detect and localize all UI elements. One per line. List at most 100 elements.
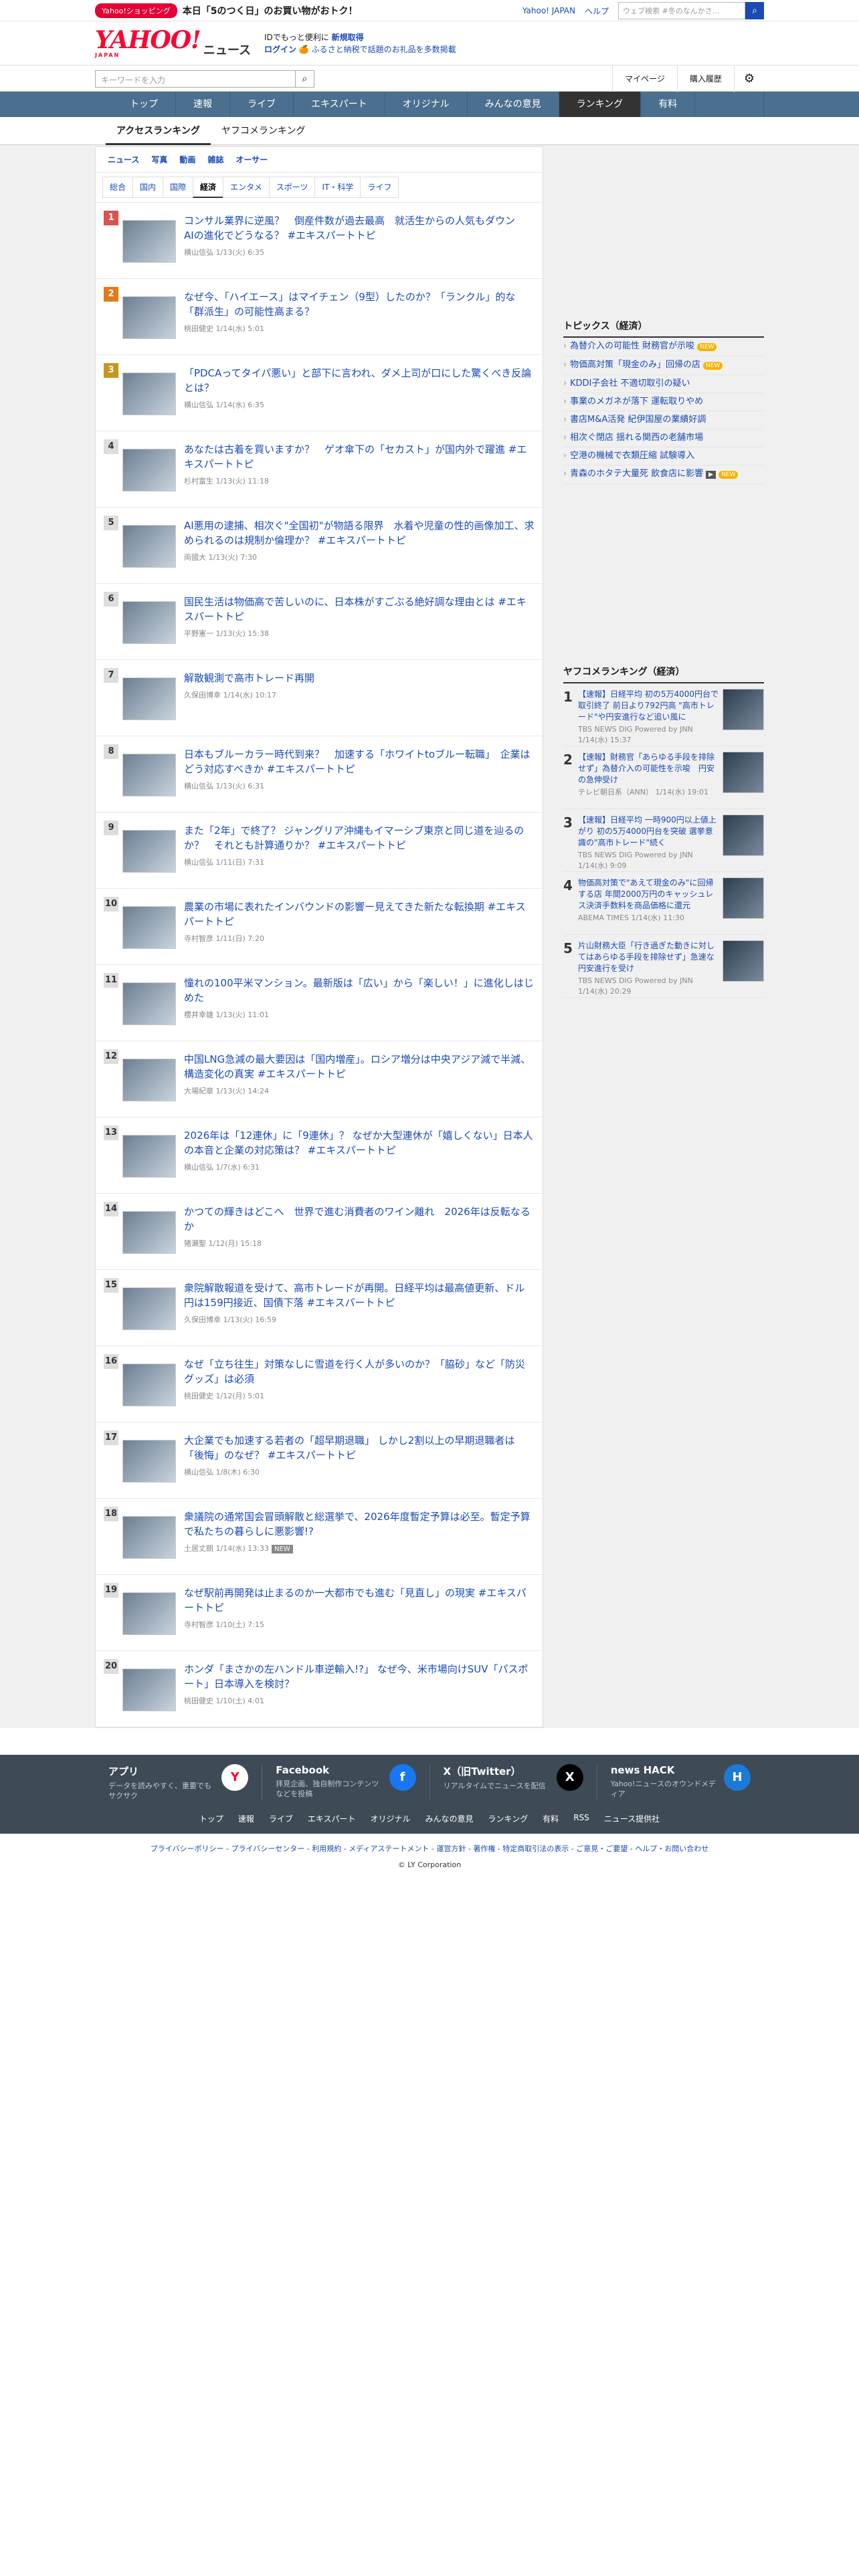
web-search-input[interactable]: ウェブ検索 #冬のなんかさ... (618, 2, 745, 19)
topic-item[interactable]: 空港の機械で衣類圧縮 試験導入 (563, 447, 764, 465)
gear-icon[interactable]: ⚙ (733, 66, 764, 92)
ranking-item[interactable]: 2 なぜ今、「ハイエース」はマイチェン（9型）したのか？「ランクル」的な「群派生」… (96, 279, 543, 355)
article-title[interactable]: 農業の市場に表れたインバウンドの影響ー見えてきた新たな転換期 #エキスパートトピ (184, 899, 535, 929)
footer-link[interactable]: みんなの意見 (425, 1813, 474, 1824)
nav-original[interactable]: オリジナル (385, 92, 468, 117)
article-title[interactable]: また「2年」で終了？ ジャングリア沖縄もイマーシブ東京と同じ道を辿るのか？ それ… (184, 823, 535, 853)
article-title[interactable]: かつての輝きはどこへ 世界で進む消費者のワイン離れ 2026年は反転なるか (184, 1204, 535, 1234)
ranking-item[interactable]: 17 大企業でも加速する若者の「超早期退職」 しかし2割以上の早期退職者は「後悔」… (96, 1422, 543, 1499)
ranking-item[interactable]: 6 国民生活は物価高で苦しいのに、日本株がすごぶる絶好調な理由とは #エキスパート… (96, 584, 543, 660)
ranking-item[interactable]: 4 あなたは古着を買いますか？ ゲオ傘下の「セカスト」が国内外で躍進 #エキスパー… (96, 431, 543, 508)
cat-it-science[interactable]: IT・科学 (314, 177, 361, 198)
type-video[interactable]: 動画 (179, 154, 195, 165)
footer-link[interactable]: RSS (573, 1813, 589, 1824)
purchase-history-link[interactable]: 購入履歴 (676, 66, 734, 92)
comment-ranking-item[interactable]: 5 片山財務大臣「行き過ぎた動きに対してはあらゆる手段を排除せず」急速な円安進行を… (563, 935, 764, 998)
ranking-item[interactable]: 20 ホンダ「まさかの左ハンドル車逆輸入!?」 なぜ今、米市場向けSUV「パスポー… (96, 1651, 543, 1727)
ranking-item[interactable]: 16 なぜ「立ち往生」対策なしに雪道を行く人が多いのか？「脇砂」など「防災グッズ」… (96, 1346, 543, 1422)
topic-item[interactable]: KDDI子会社 不適切取引の疑い (563, 375, 764, 393)
promo-text[interactable]: 本日「5のつく日」のお買い物がおトク！ (183, 4, 358, 17)
footer-link[interactable]: ランキング (488, 1813, 529, 1824)
nav-live[interactable]: ライブ (230, 92, 294, 117)
nav-paid[interactable]: 有料 (641, 92, 696, 117)
footer-policy-links[interactable]: プライバシーポリシー - プライバシーセンター - 利用規約 - メディアステー… (0, 1834, 859, 1860)
nav-expert[interactable]: エキスパート (294, 92, 385, 117)
help-link[interactable]: ヘルプ (585, 5, 609, 17)
footer-newshack[interactable]: news HACK Yahoo!ニュースのオウンドメディア H (597, 1764, 764, 1801)
footer-link[interactable]: トップ (199, 1813, 223, 1824)
topic-item[interactable]: 為替介入の可能性 財務官が示唆NEW (563, 338, 764, 356)
topic-item[interactable]: 物価高対策「現金のみ」回帰の店NEW (563, 356, 764, 375)
article-title[interactable]: ホンダ「まさかの左ハンドル車逆輸入!?」 なぜ今、米市場向けSUV「パスポート」… (184, 1662, 535, 1691)
footer-app[interactable]: アプリ データを読みやすく、重要でもサクサク Y (95, 1764, 263, 1801)
ranking-item[interactable]: 14 かつての輝きはどこへ 世界で進む消費者のワイン離れ 2026年は反転なるか猪… (96, 1194, 543, 1270)
search-icon[interactable]: ⌕ (745, 2, 764, 19)
yahoo-news-logo[interactable]: YAHOO! JAPAN ニュース (95, 28, 251, 58)
ranking-item[interactable]: 10 農業の市場に表れたインバウンドの影響ー見えてきた新たな転換期 #エキスパート… (96, 889, 543, 965)
footer-link[interactable]: オリジナル (371, 1813, 411, 1824)
topic-item[interactable]: 事業のメガネが落下 運転取りやめ (563, 393, 764, 411)
type-photo[interactable]: 写真 (151, 154, 167, 165)
article-title[interactable]: AI悪用の逮捕、相次ぐ"全国初"が物語る限界 水着や児童の性的画像加工、求められ… (184, 518, 535, 548)
article-title[interactable]: 日本もブルーカラー時代到来？ 加速する「ホワイトtoブルー転職」 企業はどう対応… (184, 747, 535, 776)
article-title[interactable]: 中国LNG急減の最大要因は「国内増産」。ロシア増分は中央アジア減で半減、構造変化… (184, 1052, 535, 1081)
nav-flash[interactable]: 速報 (176, 92, 230, 117)
ranking-item[interactable]: 5 AI悪用の逮捕、相次ぐ"全国初"が物語る限界 水着や児童の性的画像加工、求めら… (96, 508, 543, 584)
article-title[interactable]: 衆議院の通常国会冒頭解散と総選挙で、2026年度暫定予算は必至。暫定予算で私たち… (184, 1509, 535, 1539)
tab-access-ranking[interactable]: アクセスランキング (106, 117, 211, 145)
footer-link[interactable]: ニュース提供社 (604, 1813, 660, 1824)
topic-item[interactable]: 書店M&A活発 紀伊国屋の業績好調 (563, 411, 764, 429)
comment-ranking-item[interactable]: 2 【速報】財務官「あらゆる手段を排除せず」為替介入の可能性を示唆 円安の急伸受け… (563, 746, 764, 809)
ranking-item[interactable]: 12 中国LNG急減の最大要因は「国内増産」。ロシア増分は中央アジア減で半減、構造… (96, 1041, 543, 1117)
signup-link[interactable]: 新規取得 (332, 33, 364, 42)
nav-opinion[interactable]: みんなの意見 (468, 92, 559, 117)
cat-sports[interactable]: スポーツ (268, 177, 316, 198)
login-link[interactable]: ログイン (264, 45, 296, 54)
yahoo-japan-link[interactable]: Yahoo! JAPAN (522, 6, 575, 15)
article-title[interactable]: 2026年は「12連休」に「9連休」？ なぜか大型連休が「嬉しくない」日本人の本… (184, 1128, 535, 1158)
article-title[interactable]: 国民生活は物価高で苦しいのに、日本株がすごぶる絶好調な理由とは #エキスパートト… (184, 595, 535, 624)
ranking-item[interactable]: 3 「PDCAってタイパ悪い」と部下に言われ、ダメ上司が口にした驚くべき反論とは？… (96, 355, 543, 431)
article-title[interactable]: 解散観測で高市トレード再開 (184, 671, 314, 685)
article-title[interactable]: あなたは古着を買いますか？ ゲオ傘下の「セカスト」が国内外で躍進 #エキスパート… (184, 442, 535, 471)
article-title[interactable]: なぜ「立ち往生」対策なしに雪道を行く人が多いのか？「脇砂」など「防災グッズ」は必… (184, 1357, 535, 1386)
ranking-item[interactable]: 9 また「2年」で終了？ ジャングリア沖縄もイマーシブ東京と同じ道を辿るのか？ そ… (96, 813, 543, 889)
ranking-item[interactable]: 13 2026年は「12連休」に「9連休」？ なぜか大型連休が「嬉しくない」日本人… (96, 1117, 543, 1194)
footer-link[interactable]: エキスパート (308, 1813, 356, 1824)
keyword-input[interactable]: キーワードを入力 (95, 70, 296, 88)
ranking-item[interactable]: 19 なぜ駅前再開発は止まるのか一大都市でも進む「見直し」の現実 #エキスパートト… (96, 1575, 543, 1651)
ranking-item[interactable]: 11 憧れの100平米マンション。最新版は「広い」から「楽しい！」に進化しはじめた… (96, 965, 543, 1041)
cat-life[interactable]: ライフ (360, 177, 399, 198)
ranking-item[interactable]: 18 衆議院の通常国会冒頭解散と総選挙で、2026年度暫定予算は必至。暫定予算で私… (96, 1499, 543, 1575)
ranking-item[interactable]: 7 解散観測で高市トレード再開 久保田博幸 1/14(水) 10:17 (96, 660, 543, 736)
topic-item[interactable]: 青森のホタテ大量死 飲食店に影響▶NEW (563, 465, 764, 484)
footer-x[interactable]: X（旧Twitter） リアルタイムでニュースを配信 X (430, 1764, 597, 1801)
footer-link[interactable]: 有料 (543, 1813, 559, 1824)
tab-comment-ranking[interactable]: ヤフコメランキング (211, 117, 316, 145)
nav-top[interactable]: トップ (112, 92, 176, 117)
article-title[interactable]: コンサル業界に逆風？ 倒産件数が過去最高 就活生からの人気もダウン AIの進化で… (184, 213, 535, 243)
cat-entertainment[interactable]: エンタメ (223, 177, 270, 198)
article-title[interactable]: 憧れの100平米マンション。最新版は「広い」から「楽しい！」に進化しはじめた (184, 976, 535, 1005)
article-title[interactable]: 「PDCAってタイパ悪い」と部下に言われ、ダメ上司が口にした驚くべき反論とは？ (184, 366, 535, 395)
article-title[interactable]: なぜ駅前再開発は止まるのか一大都市でも進む「見直し」の現実 #エキスパートトピ (184, 1586, 535, 1615)
ranking-item[interactable]: 8 日本もブルーカラー時代到来？ 加速する「ホワイトtoブルー転職」 企業はどう対… (96, 736, 543, 813)
ranking-item[interactable]: 15 衆院解散報道を受けて、高市トレードが再開。日経平均は最高値更新、ドル円は15… (96, 1270, 543, 1346)
ranking-item[interactable]: 1 コンサル業界に逆風？ 倒産件数が過去最高 就活生からの人気もダウン AIの進化… (96, 203, 543, 279)
footer-link[interactable]: 速報 (238, 1813, 254, 1824)
type-news[interactable]: ニュース (108, 154, 139, 165)
mypage-link[interactable]: マイページ (612, 66, 677, 92)
footer-facebook[interactable]: Facebook 拝見企画、独自制作コンテンツなどを投稿 f (262, 1764, 430, 1801)
nav-ranking[interactable]: ランキング (559, 92, 642, 117)
comment-ranking-item[interactable]: 3 【速報】日経平均 一時900円以上値上がり 初の5万4000円台を突破 選挙意… (563, 809, 764, 872)
footer-link[interactable]: ライブ (269, 1813, 293, 1824)
shopping-badge[interactable]: Yahoo!ショッピング (95, 3, 177, 18)
search-icon[interactable]: ⌕ (296, 70, 314, 88)
cat-economy[interactable]: 経済 (193, 177, 224, 198)
cat-domestic[interactable]: 国内 (132, 177, 164, 198)
article-title[interactable]: 大企業でも加速する若者の「超早期退職」 しかし2割以上の早期退職者は「後悔」のな… (184, 1433, 535, 1463)
cat-world[interactable]: 国際 (163, 177, 194, 198)
type-author[interactable]: オーサー (235, 154, 268, 165)
topic-item[interactable]: 相次ぐ閉店 揺れる関西の老舗市場 (563, 429, 764, 447)
article-title[interactable]: 衆院解散報道を受けて、高市トレードが再開。日経平均は最高値更新、ドル円は159円… (184, 1281, 535, 1310)
